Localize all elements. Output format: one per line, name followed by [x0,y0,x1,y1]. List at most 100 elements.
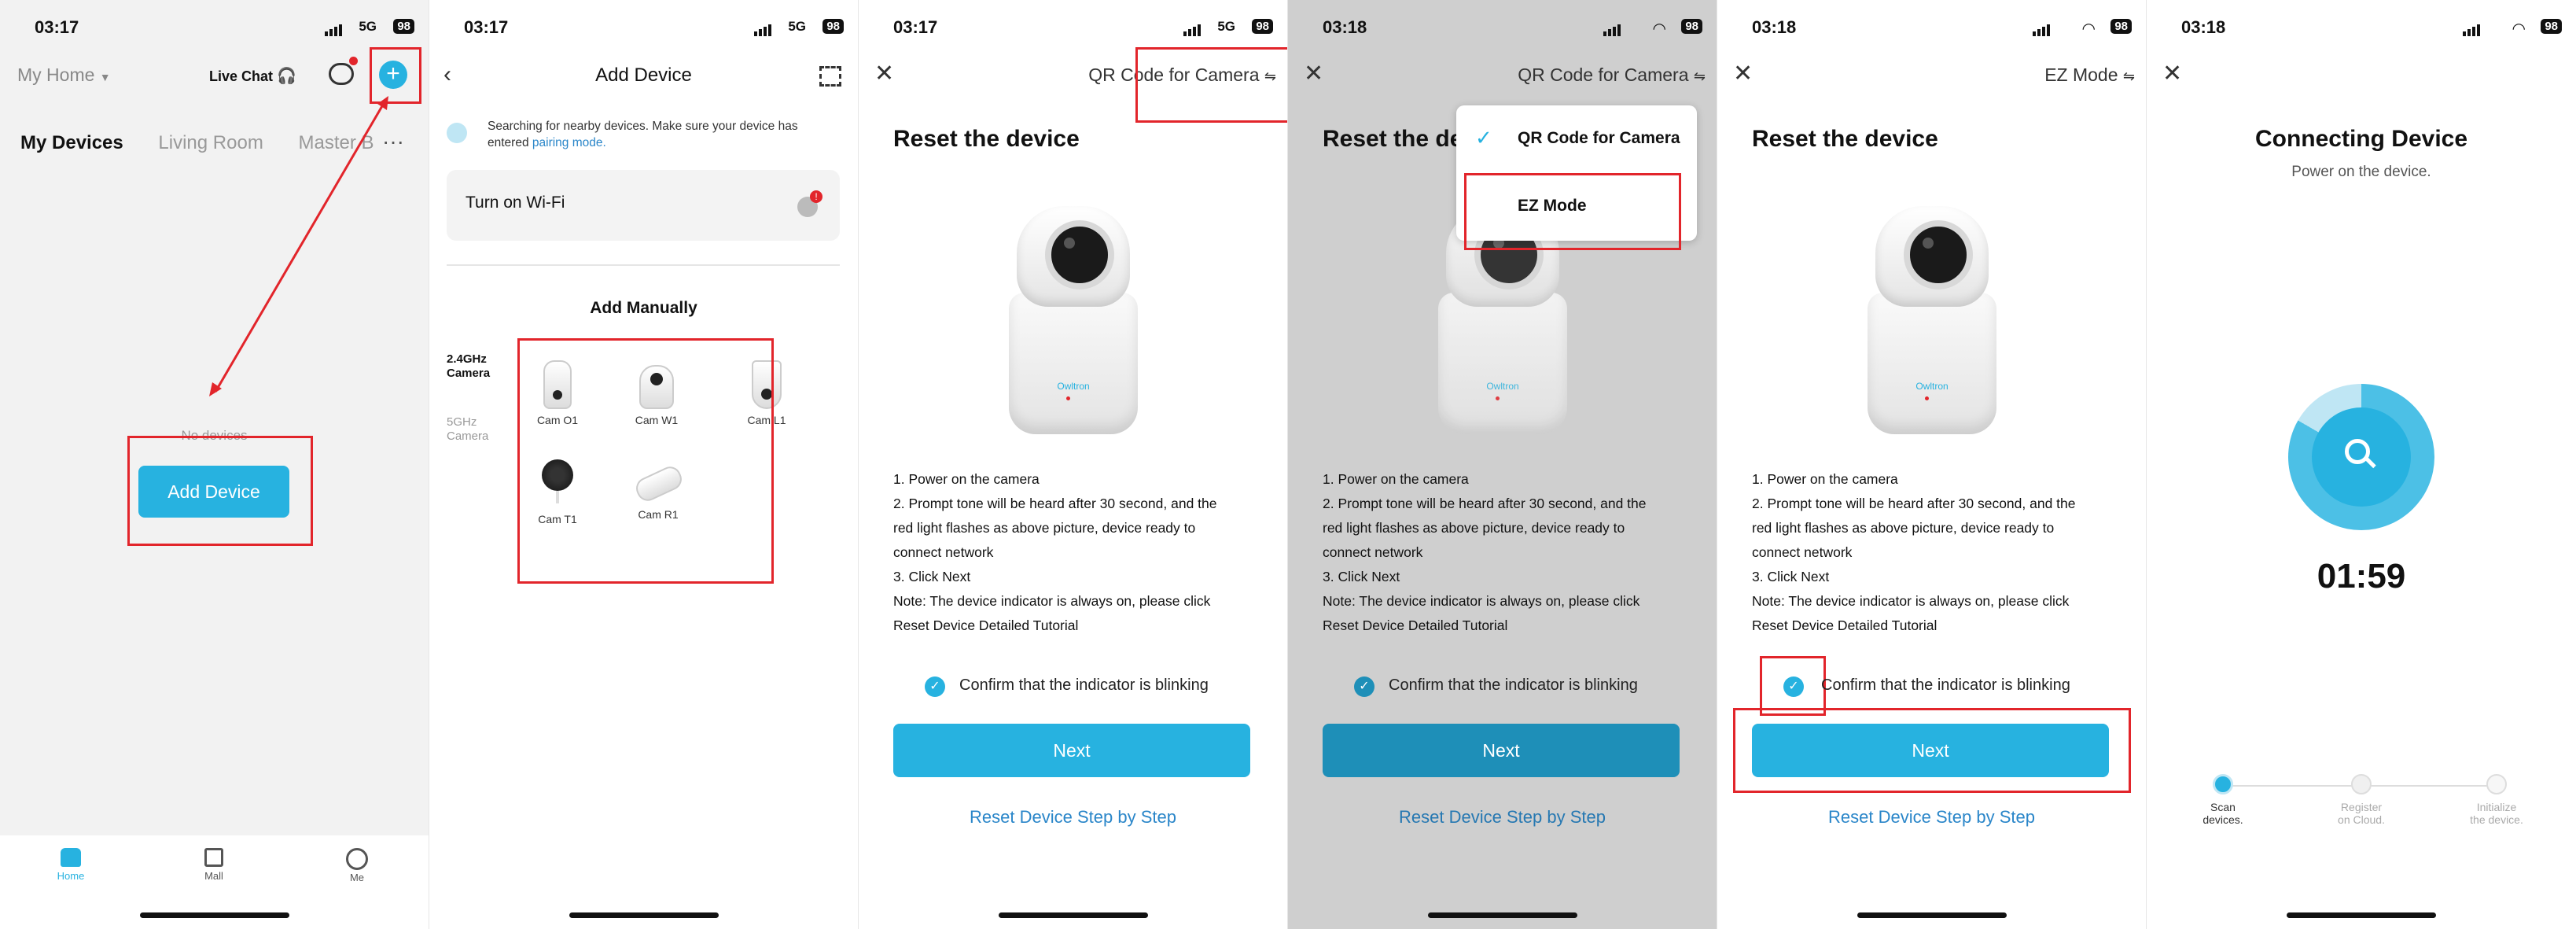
scan-progress-ring [2288,384,2434,530]
signal-icon [2033,22,2052,36]
step-line: 2. Prompt tone will be heard after 30 se… [893,496,1217,511]
bag-icon [204,848,223,867]
status-bar: 03:18 ◠ 98 [2147,14,2576,41]
step-line: 3. Click Next [1752,569,1830,584]
status-bar: 03:18 ◠ 98 [1288,14,1717,41]
home-indicator [569,912,719,918]
network-label: 5G [1217,19,1235,34]
status-time: 03:18 [1752,17,1797,37]
step-initialize-label: Initialize the device. [2470,801,2523,826]
mode-menu-screen: 03:18 ◠ 98 ✕ QR Code for Camera ⇋ Reset … [1288,0,1717,929]
confirm-label: Confirm that the indicator is blinking [959,676,1209,694]
nav-home[interactable]: Home [47,848,94,882]
battery-badge: 98 [822,19,844,34]
category-24ghz[interactable]: 2.4GHz Camera [447,352,502,381]
nav-mall-label: Mall [204,870,223,882]
wifi-alert-badge: ! [810,190,822,203]
wifi-row[interactable]: Turn on Wi-Fi ! [447,170,840,241]
reset-step-by-step-link[interactable]: Reset Device Step by Step [859,807,1287,828]
step-line: 1. Power on the camera [893,471,1040,487]
mode-switch[interactable]: QR Code for Camera ⇋ [1518,65,1706,86]
battery-badge: 98 [1252,19,1273,34]
pairing-mode-link[interactable]: pairing mode. [532,136,606,149]
step-scan-label: Scan devices. [2202,801,2243,826]
close-icon[interactable]: ✕ [874,60,894,87]
menu-item-qr-label: QR Code for Camera [1518,129,1680,147]
home-screen: 03:17 5G 98 My Home ▼ Live Chat 🎧 + My D… [0,0,429,929]
battery-badge: 98 [2110,19,2132,34]
step-register-label: Register on Cloud. [2338,801,2385,826]
wifi-icon: ◠ [1652,20,1666,38]
home-icon [61,848,81,867]
confirm-label: Confirm that the indicator is blinking [1389,676,1638,694]
battery-badge: 98 [2541,19,2562,34]
home-indicator [999,912,1148,918]
page-title: Connecting Device [2254,126,2468,152]
connecting-screen: 03:18 ◠ 98 ✕ Connecting Device Power on … [2147,0,2576,929]
step-line: Note: The device indicator is always on,… [1752,593,2070,609]
signal-icon [754,22,773,36]
reset-steps: 1. Power on the camera 2. Prompt tone wi… [1752,467,2076,638]
network-label: 5G [788,19,806,34]
ez-mode-screen: 03:18 ◠ 98 ✕ EZ Mode ⇋ Reset the device … [1717,0,2147,929]
person-icon [346,848,368,870]
highlight-next [1733,708,2131,793]
reset-steps: 1. Power on the camera 2. Prompt tone wi… [1323,467,1647,638]
highlight-add-device [127,436,313,546]
close-icon[interactable]: ✕ [1304,60,1323,87]
nav-mall[interactable]: Mall [190,848,237,882]
next-button[interactable]: Next [893,724,1250,777]
wifi-row-label: Turn on Wi-Fi [466,194,565,212]
page-title: Reset the de [1323,126,1463,152]
camera-brand: Owltron [1915,381,1949,392]
wifi-icon: ◠ [2081,20,2096,38]
step-line: 2. Prompt tone will be heard after 30 se… [1752,496,2076,511]
camera-image: Owltron [1861,206,2003,442]
step-line: connect network [893,544,994,560]
home-indicator [140,912,289,918]
mode-label: EZ Mode [2044,65,2118,85]
next-button[interactable]: Next [1323,724,1680,777]
signal-icon [2463,22,2482,36]
step-line: connect network [1323,544,1423,560]
camera-brand: Owltron [1057,381,1090,392]
search-message: Searching for nearby devices. Make sure … [488,118,834,151]
step-line: Reset Device Detailed Tutorial [1752,617,1938,633]
highlight-mode-switch [1135,47,1287,123]
init-icon [2486,774,2507,794]
home-indicator [1857,912,2007,918]
status-bar: 03:17 5G 98 [859,14,1287,41]
tutorial-strip: 03:17 5G 98 My Home ▼ Live Chat 🎧 + My D… [0,0,2576,929]
close-icon[interactable]: ✕ [1733,60,1753,87]
signal-icon [1603,22,1622,36]
nav-home-label: Home [57,870,85,882]
nav-me[interactable]: Me [333,848,381,883]
category-5ghz[interactable]: 5GHz Camera [447,415,502,444]
home-indicator [1428,912,1577,918]
progress-step-register: Register on Cloud. [2318,774,2405,826]
check-icon: ✓ [1475,126,1492,149]
highlight-checkbox [1760,656,1826,716]
reset-step-by-step-link[interactable]: Reset Device Step by Step [1288,807,1717,828]
reset-step-by-step-link[interactable]: Reset Device Step by Step [1717,807,2146,828]
progress-step-initialize: Initialize the device. [2453,774,2540,826]
step-line: 1. Power on the camera [1752,471,1898,487]
close-icon[interactable]: ✕ [2162,60,2182,87]
camera-image: Owltron [1003,206,1144,442]
step-line: red light flashes as above picture, devi… [1323,520,1625,536]
menu-item-qr-code[interactable]: ✓ QR Code for Camera [1456,105,1697,173]
battery-badge: 98 [1681,19,1702,34]
countdown-timer: 01:59 [2317,557,2406,595]
page-title: Reset the device [893,126,1080,152]
confirm-checkbox[interactable]: ✓ [925,676,945,697]
mode-switch[interactable]: EZ Mode ⇋ [2044,65,2135,86]
scan-icon[interactable] [819,66,841,87]
add-device-screen: 03:17 5G 98 ‹ Add Device Searching for n… [429,0,859,929]
home-indicator [2287,912,2436,918]
confirm-checkbox[interactable]: ✓ [1354,676,1374,697]
step-line: Reset Device Detailed Tutorial [1323,617,1508,633]
page-title: Reset the device [1752,126,1938,152]
step-line: 1. Power on the camera [1323,471,1469,487]
highlight-device-grid [517,338,774,584]
step-line: 3. Click Next [893,569,971,584]
